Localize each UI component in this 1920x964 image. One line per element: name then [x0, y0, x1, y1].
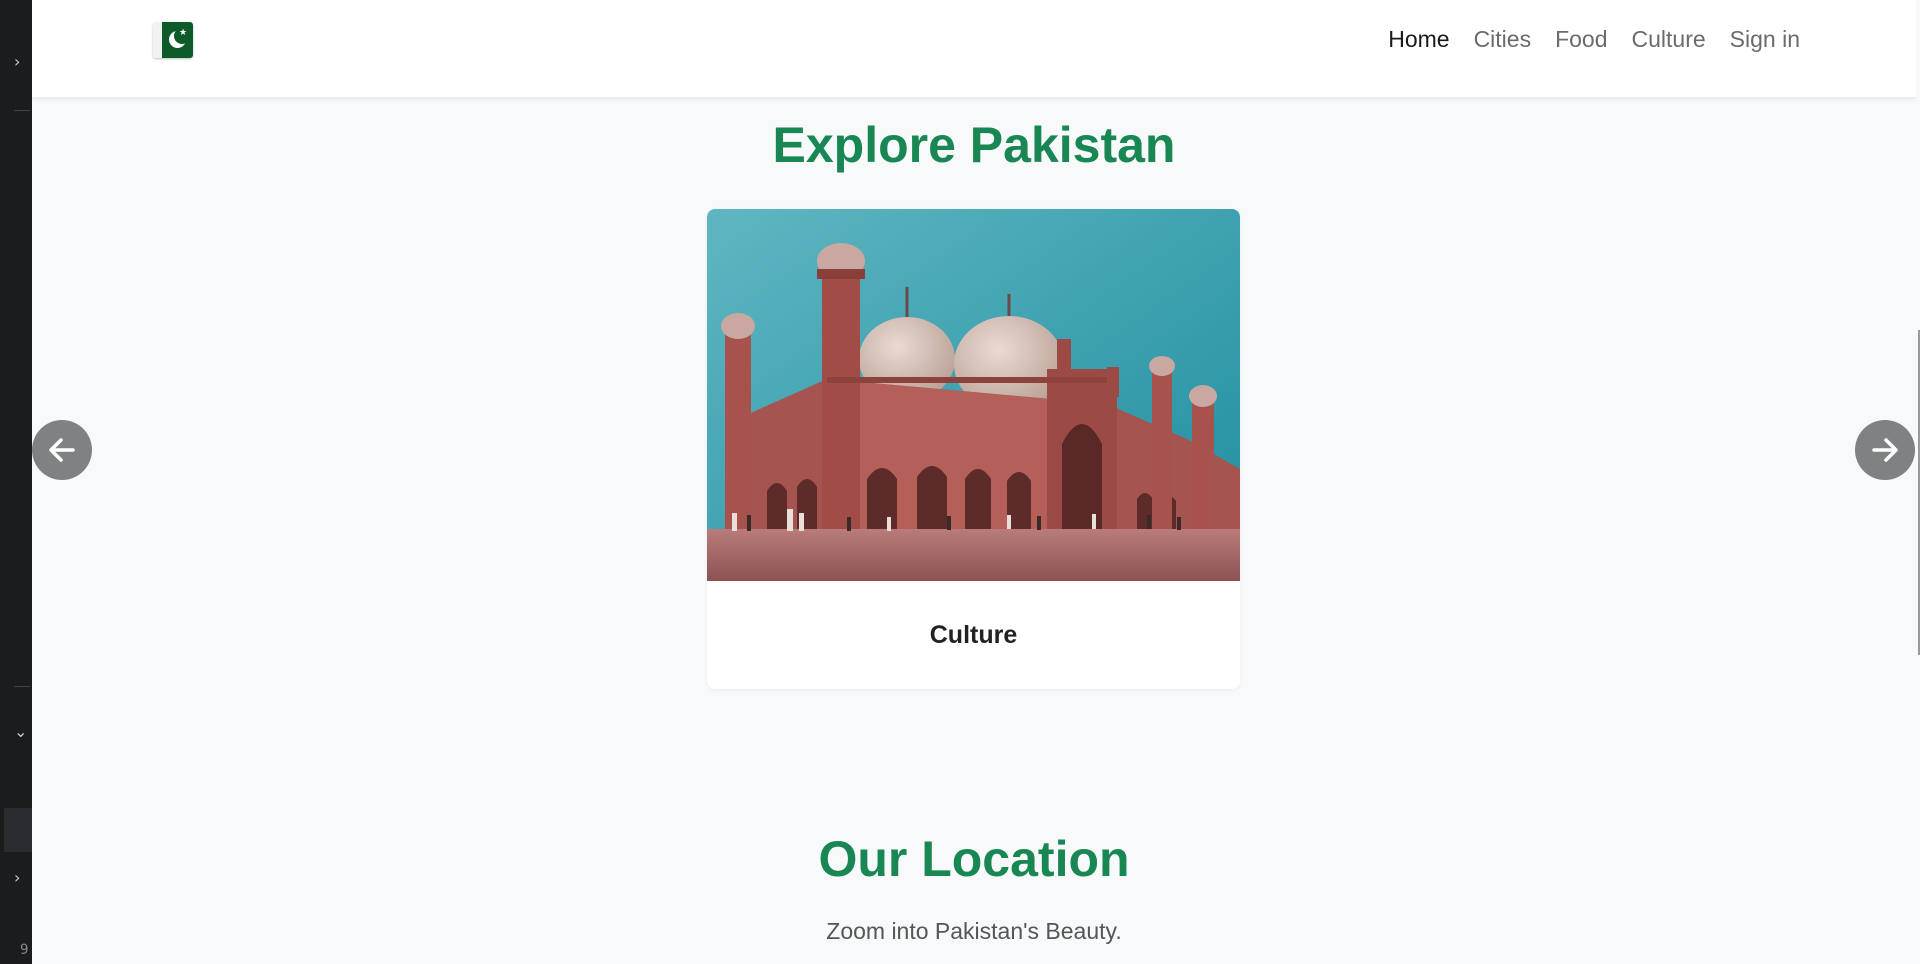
brand-logo[interactable]: ★ — [148, 20, 198, 60]
pakistan-flag-icon: ★ — [153, 22, 193, 58]
chevron-right-icon[interactable]: › — [14, 868, 20, 887]
navbar: ★ Home Cities Food Culture Sign in — [32, 0, 1916, 97]
nav-link-cities[interactable]: Cities — [1474, 26, 1532, 53]
gutter-line-number: 9 — [20, 942, 29, 958]
gutter-divider — [14, 686, 30, 687]
nav-links: Home Cities Food Culture Sign in — [1388, 26, 1800, 53]
carousel-next-button[interactable] — [1855, 420, 1915, 480]
chevron-down-icon[interactable]: ⌄ — [14, 722, 27, 741]
badshahi-mosque-photo — [707, 209, 1240, 581]
editor-gutter: › ⌄ › 9 — [0, 0, 32, 964]
explore-title: Explore Pakistan — [772, 117, 1176, 173]
location-title: Our Location — [818, 831, 1130, 887]
arrow-right-icon — [1872, 438, 1898, 462]
location-subtitle: Zoom into Pakistan's Beauty. — [826, 918, 1122, 944]
nav-link-sign-in[interactable]: Sign in — [1730, 26, 1800, 53]
scrollbar[interactable] — [1916, 0, 1920, 964]
card-title: Culture — [929, 620, 1018, 649]
gutter-highlight — [4, 808, 32, 852]
carousel-card[interactable]: Culture — [707, 209, 1240, 689]
chevron-right-icon[interactable]: › — [14, 52, 20, 71]
arrow-left-icon — [49, 438, 75, 462]
card-body: Culture — [707, 581, 1240, 689]
gutter-divider — [14, 110, 30, 111]
nav-link-culture[interactable]: Culture — [1632, 26, 1706, 53]
nav-link-home[interactable]: Home — [1388, 26, 1449, 53]
carousel-prev-button[interactable] — [32, 420, 92, 480]
nav-link-food[interactable]: Food — [1555, 26, 1607, 53]
